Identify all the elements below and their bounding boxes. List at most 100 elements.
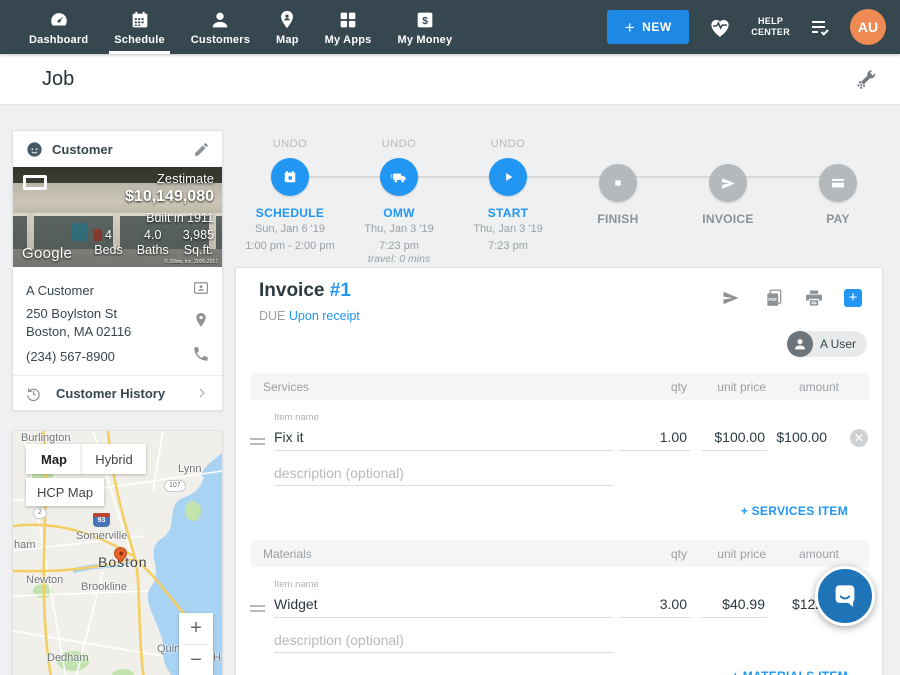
step-time: 1:00 pm - 2:00 pm (230, 240, 350, 254)
materials-header-strip: Materials qty unit price amount (251, 540, 869, 567)
zestimate-value: $10,149,080 (94, 188, 214, 206)
money-icon: $ (414, 9, 436, 31)
customer-card-title: Customer (52, 142, 113, 157)
service-qty-input[interactable] (619, 423, 691, 451)
map-zoom-out-button[interactable]: − (179, 645, 213, 675)
step-label: PAY (778, 212, 898, 226)
heart-pulse-icon[interactable] (707, 14, 733, 40)
nav-item-my-money[interactable]: $ My Money (385, 0, 466, 54)
drag-handle[interactable] (250, 605, 265, 615)
material-item-name-input[interactable] (274, 590, 613, 618)
map-type-hybrid-button[interactable]: Hybrid (82, 444, 146, 474)
undo-schedule-link[interactable]: UNDO (230, 138, 350, 152)
home-stats: 4Beds 4.0Baths 3,985Sq.ft. (94, 228, 214, 257)
nav-item-customers[interactable]: Customers (178, 0, 263, 54)
map-type-map-button[interactable]: Map (26, 444, 82, 474)
zestimate-label: Zestimate (94, 171, 214, 186)
schedule-step-button[interactable] (271, 158, 309, 196)
add-materials-item-link[interactable]: + MATERIALS ITEM (732, 669, 848, 675)
undo-omw-link[interactable]: UNDO (339, 138, 459, 152)
plus-icon: + (625, 19, 635, 36)
nav-items: Dashboard Schedule Customers Map My Apps… (0, 0, 465, 54)
place-pin-icon[interactable] (192, 311, 210, 329)
baths-value: 4.0 (137, 228, 169, 242)
material-qty-input[interactable] (619, 590, 691, 618)
route-2-shield: 2 (33, 507, 47, 519)
invoice-number[interactable]: #1 (330, 280, 351, 301)
apps-grid-icon (337, 9, 359, 31)
hybrid-button-label: Hybrid (95, 452, 133, 467)
customer-face-icon (25, 140, 44, 159)
map-label-waltham: ham (14, 539, 35, 551)
step-label: SCHEDULE (230, 206, 350, 220)
invoice-step-button[interactable] (709, 164, 747, 202)
hcp-map-button[interactable]: HCP Map (26, 478, 104, 506)
hcp-map-label: HCP Map (37, 485, 93, 500)
amount-column-header: amount (799, 547, 839, 561)
phone-icon[interactable] (192, 345, 210, 363)
stop-icon (610, 175, 626, 191)
i93-number: 93 (98, 517, 106, 524)
sqft-label: Sq.ft. (183, 243, 214, 257)
user-avatar[interactable]: AU (850, 9, 886, 45)
customers-icon (209, 9, 231, 31)
map-widget[interactable]: Burlington Lynn Somerville ham Boston Ne… (12, 430, 223, 675)
due-value-link[interactable]: Upon receipt (289, 309, 360, 323)
baths-label: Baths (137, 243, 169, 257)
due-label: DUE (259, 309, 285, 323)
add-invoice-button[interactable]: + (844, 289, 862, 307)
services-header-strip: Services qty unit price amount (251, 373, 869, 400)
undo-start-link[interactable]: UNDO (448, 138, 568, 152)
timeline-step-schedule: UNDO SCHEDULE Sun, Jan 6 '19 1:00 pm - 2… (230, 138, 350, 253)
zestimate-photo[interactable]: Zestimate $10,149,080 Built in 1911 4Bed… (13, 167, 222, 267)
new-button[interactable]: + NEW (607, 10, 689, 44)
service-item-name-input[interactable] (274, 423, 613, 451)
google-logo: Google (22, 245, 72, 262)
invoice-due: DUE Upon receipt (259, 309, 360, 323)
nav-item-schedule[interactable]: Schedule (101, 0, 178, 54)
travel-note: travel: 0 mins (339, 253, 459, 267)
customer-name: A Customer (26, 283, 94, 298)
add-services-item-link[interactable]: + SERVICES ITEM (741, 504, 848, 518)
spacer (778, 138, 898, 158)
pdf-icon[interactable]: PDF (764, 288, 784, 308)
drag-handle[interactable] (250, 438, 265, 448)
item-name-label: Item name (274, 412, 319, 423)
omw-step-button[interactable] (380, 158, 418, 196)
svg-text:$: $ (422, 16, 428, 27)
material-description-input[interactable] (274, 627, 613, 653)
pay-step-button[interactable] (819, 164, 857, 202)
schedule-icon (129, 9, 151, 31)
page-header: Job (0, 54, 900, 105)
contact-card-icon[interactable] (192, 279, 210, 297)
finish-step-button[interactable] (599, 164, 637, 202)
print-icon[interactable] (804, 288, 824, 308)
qty-column-header: qty (671, 547, 687, 561)
map-label-dedham: Dedham (47, 652, 89, 664)
new-button-label: NEW (642, 20, 672, 34)
photo-copyright: © Zillow, Inc. 2006-2017 (164, 259, 218, 265)
task-list-icon[interactable] (808, 15, 832, 39)
invoice-card: Invoice #1 DUE Upon receipt PDF + A User… (235, 267, 883, 675)
help-line2: CENTER (751, 27, 790, 38)
chat-widget-button[interactable] (815, 566, 875, 626)
customer-history-label: Customer History (56, 386, 165, 401)
assignee-chip[interactable]: A User (787, 331, 867, 357)
nav-item-map[interactable]: Map (263, 0, 312, 54)
history-clock-icon (25, 385, 42, 402)
step-date: Thu, Jan 3 '19 (339, 223, 459, 237)
start-step-button[interactable] (489, 158, 527, 196)
job-tools-icon[interactable] (854, 68, 878, 92)
edit-pencil-icon[interactable] (193, 141, 210, 158)
map-zoom-in-button[interactable]: + (179, 613, 213, 644)
nav-item-my-apps[interactable]: My Apps (312, 0, 385, 54)
help-center-link[interactable]: HELP CENTER (751, 16, 790, 38)
service-description-input[interactable] (274, 460, 613, 486)
nav-item-dashboard[interactable]: Dashboard (16, 0, 101, 54)
customer-history-link[interactable]: Customer History (13, 376, 222, 410)
send-invoice-icon[interactable] (721, 288, 741, 308)
step-time: 7:23 pm (339, 240, 459, 254)
nav-label: Map (276, 34, 299, 46)
map-label-brookline: Brookline (81, 581, 127, 593)
remove-service-item-button[interactable]: ✕ (850, 429, 868, 447)
